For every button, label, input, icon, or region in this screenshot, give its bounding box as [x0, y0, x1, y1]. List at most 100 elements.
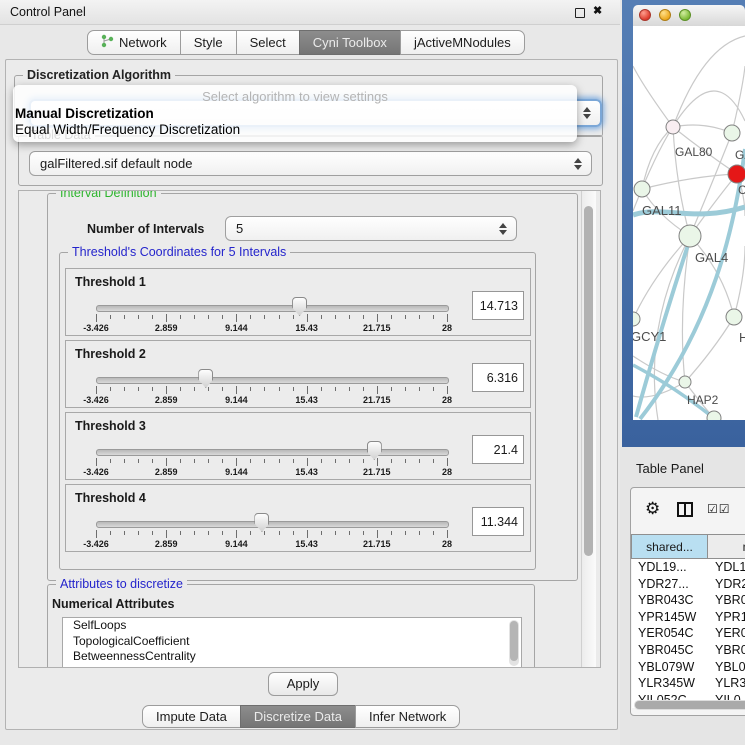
table-row[interactable]: YDL19...YDL1	[632, 559, 745, 576]
slider-tick	[166, 386, 167, 394]
slider-tick	[208, 459, 209, 463]
table-cell[interactable]: YER0	[709, 625, 745, 642]
tab-network[interactable]: Network	[87, 30, 181, 55]
table-cell[interactable]: YBR0	[709, 642, 745, 659]
slider-tick	[293, 459, 294, 463]
slider-tick	[124, 459, 125, 463]
table-row[interactable]: YBR043CYBR0	[632, 592, 745, 609]
table-row[interactable]: YLR345WYLR3	[632, 675, 745, 692]
close-traffic-light-icon[interactable]	[639, 9, 651, 21]
close-icon[interactable]: ✖	[593, 4, 602, 17]
threshold-value-field[interactable]: 14.713	[472, 291, 524, 320]
slider-tick	[391, 315, 392, 319]
popup-option[interactable]: Manual Discretization	[13, 106, 577, 122]
algorithm-popup: Select algorithm to view settings Manual…	[13, 85, 577, 142]
num-intervals-label: Number of Intervals	[87, 222, 204, 236]
gear-icon[interactable]: ⚙	[645, 499, 660, 519]
network-node[interactable]	[633, 312, 640, 326]
network-node[interactable]	[634, 181, 650, 197]
table-cell[interactable]: YBL079W	[632, 659, 709, 676]
tab-select[interactable]: Select	[236, 30, 300, 55]
table-cell[interactable]: YDL1	[709, 559, 745, 576]
checkbox-icons[interactable]: ☑☑	[707, 502, 731, 516]
tab-jactivemnodules[interactable]: jActiveMNodules	[400, 30, 525, 55]
slider-tick	[391, 459, 392, 463]
popup-option[interactable]: Equal Width/Frequency Discretization	[13, 122, 577, 138]
slider-track[interactable]	[96, 521, 449, 528]
split-pane-icon[interactable]	[677, 502, 693, 517]
table-cell[interactable]: YBL0	[709, 659, 745, 676]
table-row[interactable]: YBL079WYBL0	[632, 659, 745, 676]
apply-button[interactable]: Apply	[268, 672, 338, 696]
network-node[interactable]	[728, 165, 745, 183]
slider-tick	[279, 315, 280, 319]
slider-thumb[interactable]	[367, 441, 382, 460]
slider-track[interactable]	[96, 449, 449, 456]
table-row[interactable]: YER054CYER0	[632, 625, 745, 642]
num-intervals-combo[interactable]: 5	[225, 216, 517, 241]
tab-style[interactable]: Style	[180, 30, 237, 55]
table-cell[interactable]: YDR2	[709, 576, 745, 593]
table-cell[interactable]: YLR3	[709, 675, 745, 692]
zoom-traffic-light-icon[interactable]	[679, 9, 691, 21]
slider-track[interactable]	[96, 305, 449, 312]
column-header-shared[interactable]: shared...	[631, 534, 708, 559]
combo-arrows-icon	[574, 158, 582, 170]
table-row[interactable]: YBR045CYBR0	[632, 642, 745, 659]
slider-tick	[208, 387, 209, 391]
tab-cyni-toolbox[interactable]: Cyni Toolbox	[299, 30, 401, 55]
minimize-traffic-light-icon[interactable]	[659, 9, 671, 21]
slider-tick	[363, 315, 364, 319]
table-cell[interactable]: YBR043C	[632, 592, 709, 609]
bottom-tab-infer-network[interactable]: Infer Network	[355, 705, 460, 728]
float-icon[interactable]	[575, 8, 585, 18]
network-node[interactable]	[679, 376, 691, 388]
network-canvas[interactable]: GAL80GACGAL11GAL4GCY1HHAP2	[633, 26, 745, 420]
table-cell[interactable]: YPR145W	[632, 609, 709, 626]
table-panel-area: Table Panel ⚙ ☑☑ shared... n YDL19...YDL…	[620, 447, 745, 745]
attribute-item[interactable]: TopologicalCoefficient	[63, 634, 521, 650]
network-node[interactable]	[666, 120, 680, 134]
slider-tick	[279, 459, 280, 463]
slider-tick-label: 28	[425, 395, 469, 405]
attributes-list[interactable]: SelfLoopsTopologicalCoefficientBetweenne…	[62, 617, 522, 668]
bottom-tab-discretize-data[interactable]: Discretize Data	[240, 705, 356, 728]
network-node[interactable]	[679, 225, 701, 247]
slider-track[interactable]	[96, 377, 449, 384]
bottom-tab-label: Infer Network	[369, 709, 446, 724]
table-cell[interactable]: YBR045C	[632, 642, 709, 659]
table-hscrollbar[interactable]	[634, 700, 745, 710]
threshold-value-field[interactable]: 6.316	[472, 363, 524, 392]
thresholds-group-label: Threshold's Coordinates for 5 Intervals	[68, 245, 290, 259]
network-node-label: GCY1	[633, 329, 666, 344]
slider-tick	[124, 387, 125, 391]
settings-scrollbar[interactable]	[581, 191, 596, 667]
table-cell[interactable]: YER054C	[632, 625, 709, 642]
table-cell[interactable]: YPR1	[709, 609, 745, 626]
network-node[interactable]	[707, 411, 721, 420]
threshold-value-field[interactable]: 11.344	[472, 507, 524, 536]
column-header-name[interactable]: n	[707, 534, 745, 559]
attribute-item[interactable]: SelfLoops	[63, 618, 521, 634]
threshold-value-field[interactable]: 21.4	[472, 435, 524, 464]
table-cell[interactable]: YDR27...	[632, 576, 709, 593]
slider-thumb[interactable]	[198, 369, 213, 388]
slider-tick	[433, 531, 434, 535]
attribute-item[interactable]: BetweennessCentrality	[63, 649, 521, 665]
slider-tick	[335, 531, 336, 535]
network-node[interactable]	[726, 309, 742, 325]
slider-tick	[264, 459, 265, 463]
attributes-scrollbar[interactable]	[509, 620, 519, 666]
bottom-tab-impute-data[interactable]: Impute Data	[142, 705, 241, 728]
slider-thumb[interactable]	[292, 297, 307, 316]
table-row[interactable]: YDR27...YDR2	[632, 576, 745, 593]
slider-tick	[250, 315, 251, 319]
table-cell[interactable]: YLR345W	[632, 675, 709, 692]
slider-thumb[interactable]	[254, 513, 269, 532]
table-data-combo[interactable]: galFiltered.sif default node	[29, 151, 592, 176]
screen: Control Panel ✖ NetworkStyleSelectCyni T…	[0, 0, 745, 745]
table-cell[interactable]: YBR0	[709, 592, 745, 609]
table-cell[interactable]: YDL19...	[632, 559, 709, 576]
table-row[interactable]: YPR145WYPR1	[632, 609, 745, 626]
network-node[interactable]	[724, 125, 740, 141]
